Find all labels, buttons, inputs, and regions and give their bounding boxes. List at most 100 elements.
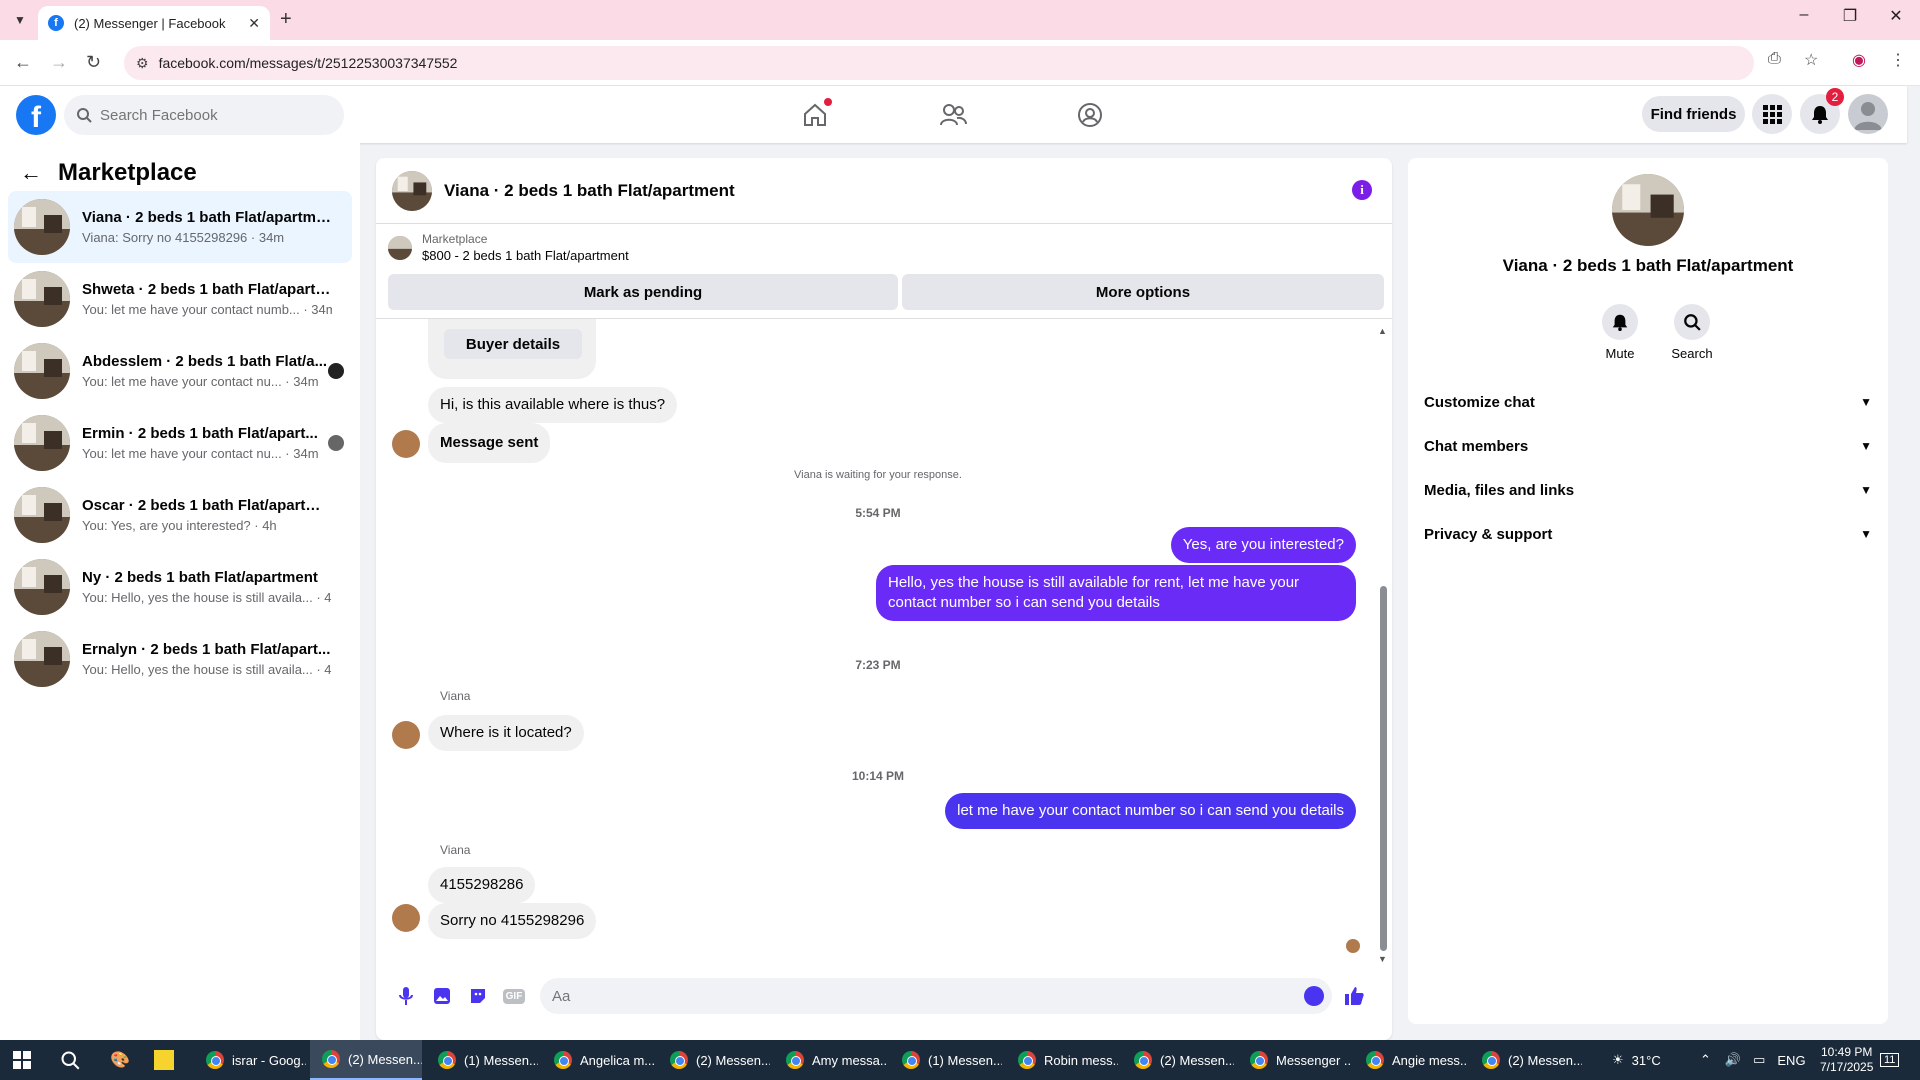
gif-icon[interactable]: GIF xyxy=(496,978,532,1014)
info-icon[interactable]: i xyxy=(1352,180,1372,200)
taskbar-app[interactable]: (1) Messen... xyxy=(890,1040,1002,1080)
chat-members-row[interactable]: Chat members ▼ xyxy=(1424,424,1872,468)
thumbs-up-icon[interactable] xyxy=(1336,978,1372,1014)
emoji-icon[interactable] xyxy=(1304,986,1324,1006)
taskbar-app[interactable]: israr - Goog... xyxy=(194,1040,306,1080)
message-input[interactable] xyxy=(552,987,1252,1005)
facebook-search[interactable] xyxy=(64,95,344,135)
chevron-down-icon: ▼ xyxy=(1860,483,1872,497)
find-friends-button[interactable]: Find friends xyxy=(1642,96,1745,132)
customize-chat-row[interactable]: Customize chat ▼ xyxy=(1424,380,1872,424)
url-text: facebook.com/messages/t/2512253003734755… xyxy=(158,55,458,71)
chat-title[interactable]: Viana · 2 beds 1 bath Flat/apartment xyxy=(444,181,735,201)
profile-icon[interactable]: ◉ xyxy=(1852,50,1866,70)
taskbar-app[interactable]: Angie mess... xyxy=(1354,1040,1466,1080)
home-notification-dot xyxy=(824,98,832,106)
chat-listing-thumbnail[interactable] xyxy=(392,170,432,211)
taskbar-app[interactable]: (2) Messen... xyxy=(658,1040,770,1080)
tray-chevron-icon[interactable]: ⌃ xyxy=(1700,1052,1711,1068)
taskbar-app[interactable]: Amy messa... xyxy=(774,1040,886,1080)
browser-tab[interactable]: f (2) Messenger | Facebook ✕ xyxy=(38,6,270,40)
timestamp: 5:54 PM xyxy=(855,506,901,520)
account-avatar[interactable] xyxy=(1848,94,1888,134)
close-tab-icon[interactable]: ✕ xyxy=(248,15,260,32)
scroll-down-icon[interactable]: ▼ xyxy=(1378,954,1387,964)
weather-widget[interactable]: ☀ 31°C xyxy=(1612,1040,1661,1080)
menu-kebab-icon[interactable]: ⋮ xyxy=(1890,50,1906,70)
taskbar-app-label: Angelica m... xyxy=(580,1052,654,1068)
conversation-item[interactable]: Oscar · 2 beds 1 bath Flat/apartment You… xyxy=(8,479,352,551)
volume-icon[interactable]: 🔊 xyxy=(1725,1052,1741,1068)
microphone-icon[interactable] xyxy=(388,978,424,1014)
taskbar-app[interactable]: (2) Messen... xyxy=(1470,1040,1582,1080)
friends-icon[interactable] xyxy=(938,100,968,130)
taskbar-search-icon[interactable] xyxy=(58,1048,82,1072)
seen-avatar xyxy=(328,435,344,451)
privacy-support-row[interactable]: Privacy & support ▼ xyxy=(1424,512,1872,556)
site-info-icon[interactable]: ⚙ xyxy=(136,55,149,72)
chrome-icon xyxy=(1482,1051,1500,1069)
back-arrow-icon[interactable]: ← xyxy=(20,160,42,186)
marketplace-listing-row[interactable]: Marketplace $800 - 2 beds 1 bath Flat/ap… xyxy=(388,232,629,263)
tab-search-chevron-icon[interactable]: ▼ xyxy=(6,8,34,32)
search-input[interactable] xyxy=(100,106,300,124)
conversation-item[interactable]: Viana · 2 beds 1 bath Flat/apartment Via… xyxy=(8,191,352,263)
taskbar-app[interactable]: (2) Messen... xyxy=(310,1040,422,1080)
conversation-item[interactable]: Ernalyn · 2 beds 1 bath Flat/apart... Yo… xyxy=(8,623,352,695)
conversation-item[interactable]: Ermin · 2 beds 1 bath Flat/apart... You:… xyxy=(8,407,352,479)
sender-avatar xyxy=(392,430,420,458)
taskbar-app[interactable]: Robin mess... xyxy=(1006,1040,1118,1080)
photo-icon[interactable] xyxy=(424,978,460,1014)
windows-start-icon[interactable] xyxy=(10,1048,34,1072)
chat-scrollbar[interactable]: ▲ ▼ xyxy=(1378,326,1388,966)
message-input-box[interactable] xyxy=(540,978,1332,1014)
taskbar-app-label: israr - Goog... xyxy=(232,1052,306,1068)
sticker-icon[interactable] xyxy=(460,978,496,1014)
language-indicator[interactable]: ENG xyxy=(1777,1053,1805,1068)
taskbar-app[interactable]: Angelica m... xyxy=(542,1040,654,1080)
scrollbar-thumb[interactable] xyxy=(1380,586,1387,951)
groups-icon[interactable] xyxy=(1075,100,1105,130)
mute-button[interactable]: Mute xyxy=(1590,304,1650,361)
reload-icon[interactable]: ↻ xyxy=(86,52,101,73)
buyer-details-card: Buyer details xyxy=(428,319,596,379)
conversation-item[interactable]: Shweta · 2 beds 1 bath Flat/apartm... Yo… xyxy=(8,263,352,335)
bookmark-star-icon[interactable]: ☆ xyxy=(1804,50,1818,70)
taskbar-app[interactable]: (1) Messen... xyxy=(426,1040,538,1080)
forward-icon[interactable]: → xyxy=(50,52,68,73)
taskbar-app-label: Amy messa... xyxy=(812,1052,886,1068)
install-app-icon[interactable]: ⎙ xyxy=(1768,50,1781,68)
weather-icon: ☀ xyxy=(1612,1052,1624,1067)
minimize-icon[interactable]: – xyxy=(1782,6,1826,24)
url-field[interactable]: ⚙ facebook.com/messages/t/25122530037347… xyxy=(124,46,1754,80)
menu-grid-icon[interactable] xyxy=(1752,94,1792,134)
details-title: Viana · 2 beds 1 bath Flat/apartment xyxy=(1502,256,1794,275)
timestamp: 7:23 PM xyxy=(855,658,901,672)
more-options-button[interactable]: More options xyxy=(902,274,1384,310)
home-icon[interactable] xyxy=(800,98,832,130)
conversation-item[interactable]: Abdesslem · 2 beds 1 bath Flat/a... You:… xyxy=(8,335,352,407)
taskbar-app[interactable]: (2) Messen... xyxy=(1122,1040,1234,1080)
clock[interactable]: 10:49 PM 7/17/2025 xyxy=(1820,1040,1873,1080)
media-files-links-row[interactable]: Media, files and links ▼ xyxy=(1424,468,1872,512)
chrome-icon xyxy=(1366,1051,1384,1069)
sticky-notes-icon[interactable] xyxy=(154,1050,174,1070)
search-in-chat-button[interactable]: Search xyxy=(1662,304,1722,361)
conversation-item[interactable]: Ny · 2 beds 1 bath Flat/apartment You: H… xyxy=(8,551,352,623)
close-window-icon[interactable]: ✕ xyxy=(1874,6,1918,26)
notification-center-icon[interactable]: 11 xyxy=(1880,1040,1900,1080)
paint-app-icon[interactable]: 🎨 xyxy=(108,1048,132,1072)
new-tab-icon[interactable]: + xyxy=(280,8,292,31)
notification-count: 11 xyxy=(1880,1053,1900,1067)
taskbar-app[interactable]: Messenger ... xyxy=(1238,1040,1350,1080)
network-icon[interactable]: ▭ xyxy=(1753,1052,1765,1068)
incoming-message: Sorry no 4155298296 xyxy=(428,903,597,939)
facebook-logo-icon[interactable]: f xyxy=(16,95,56,135)
restore-icon[interactable]: ❐ xyxy=(1828,6,1872,26)
back-icon[interactable]: ← xyxy=(14,52,32,73)
scroll-up-icon[interactable]: ▲ xyxy=(1378,326,1387,336)
chrome-icon xyxy=(554,1051,572,1069)
buyer-details-button[interactable]: Buyer details xyxy=(444,329,582,359)
mark-as-pending-button[interactable]: Mark as pending xyxy=(388,274,898,310)
notifications-bell-icon[interactable]: 2 xyxy=(1800,88,1844,134)
